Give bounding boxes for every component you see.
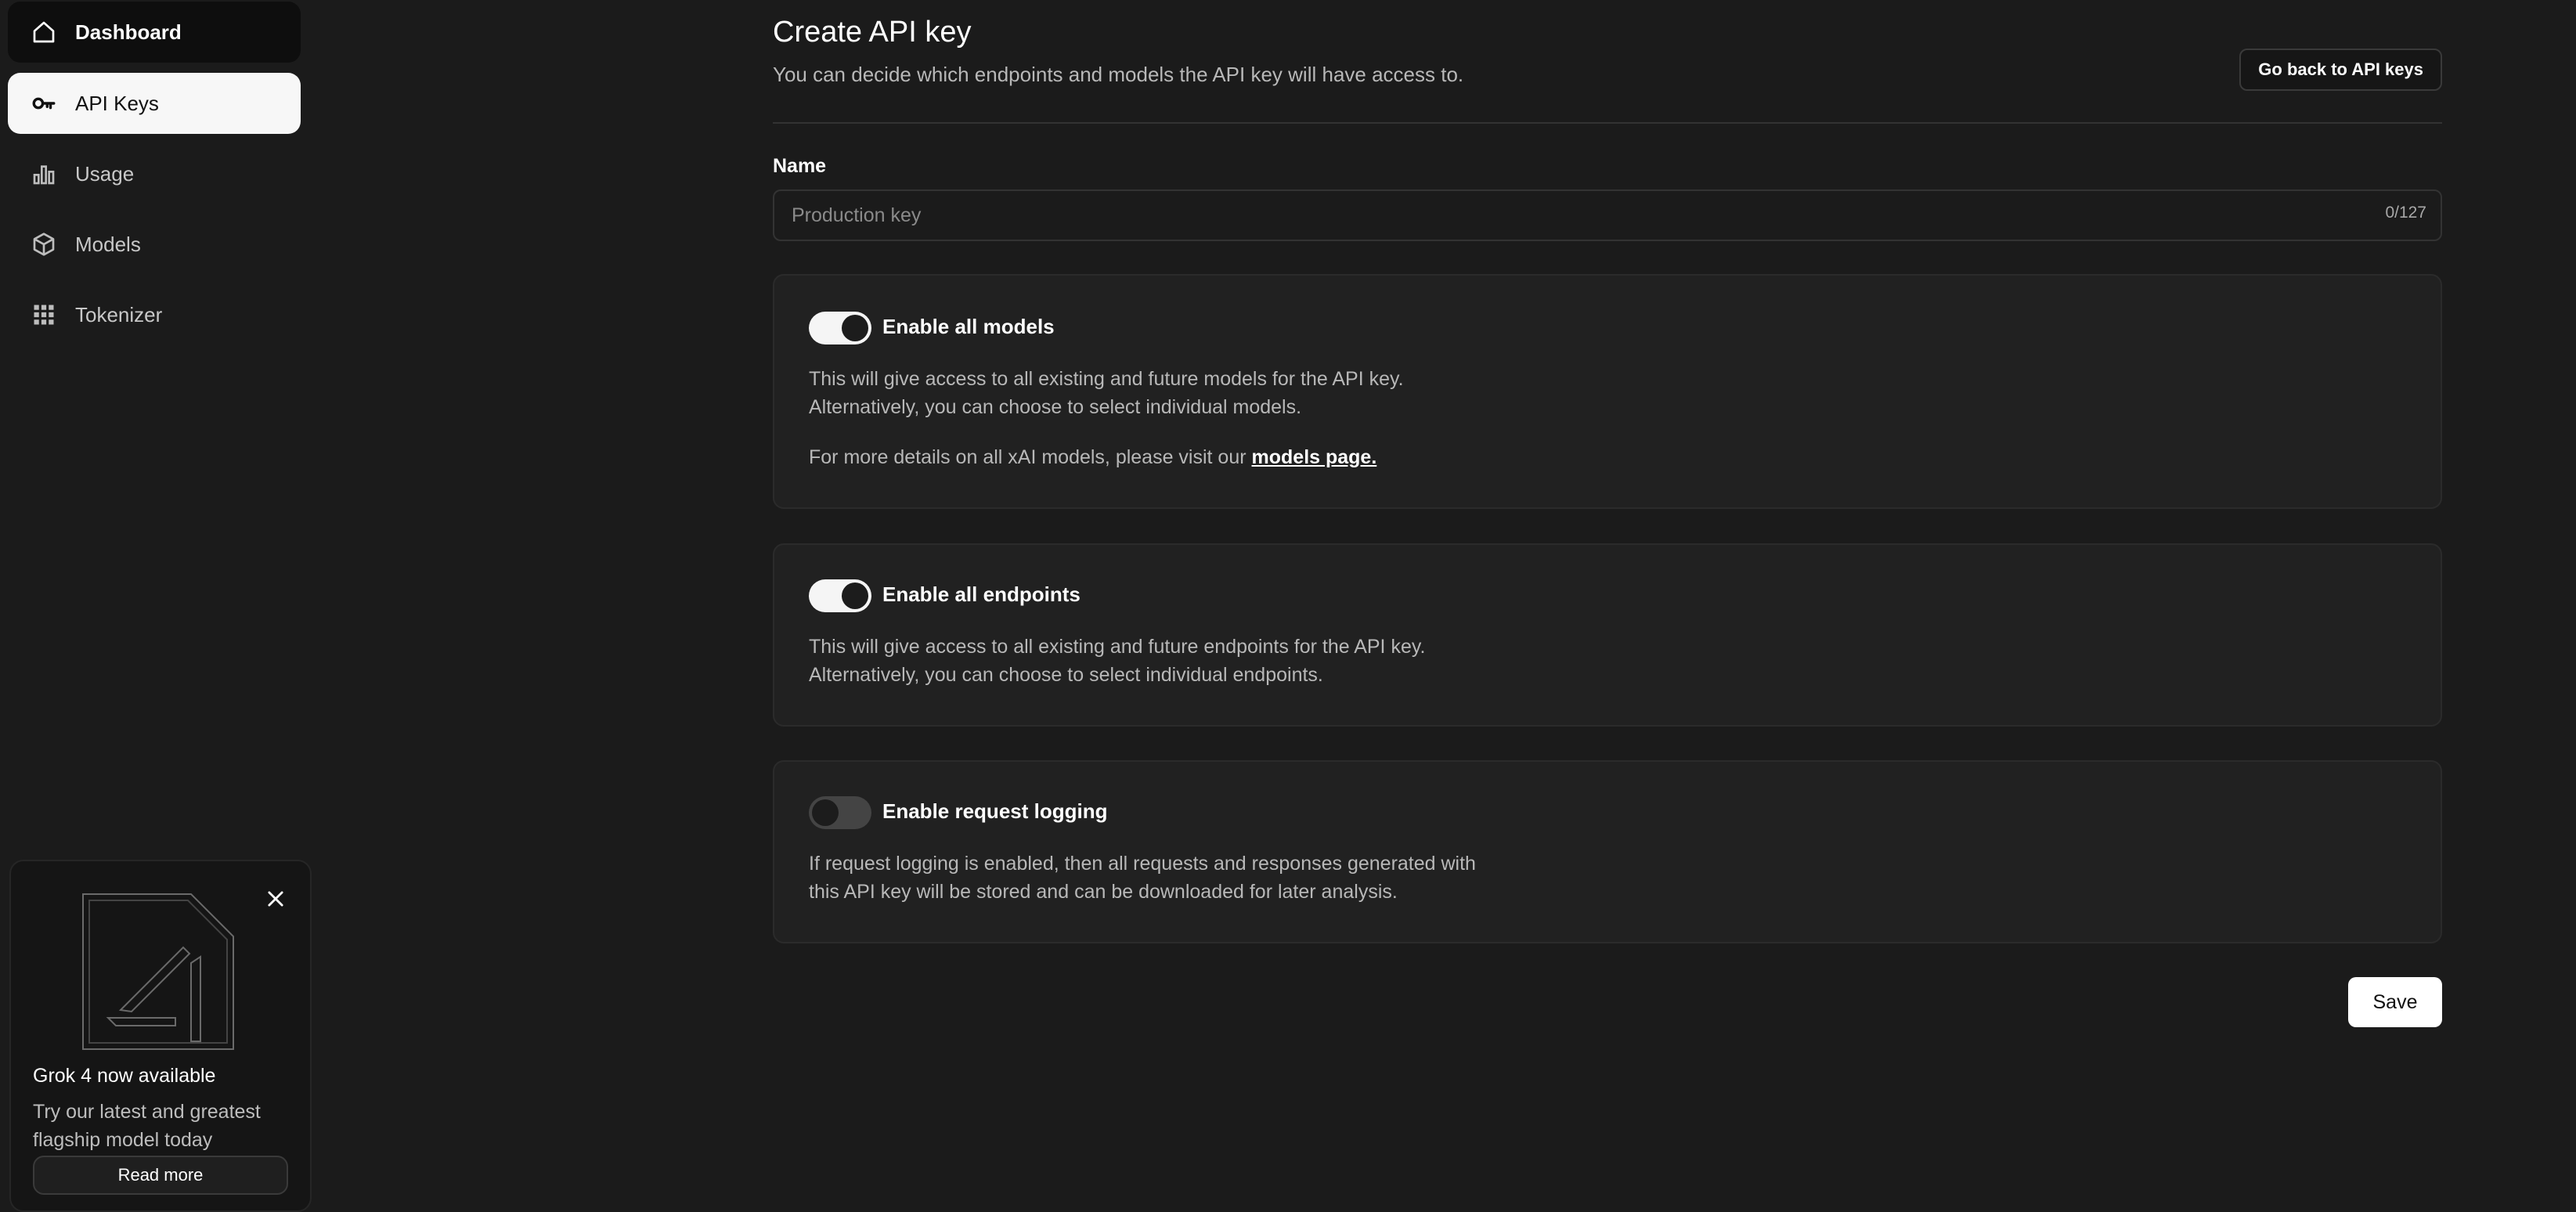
promo-card: Grok 4 now available Try our latest and … (9, 860, 312, 1212)
sidebar-item-dashboard[interactable]: Dashboard (8, 2, 301, 63)
home-icon (28, 16, 60, 48)
models-description-line2: Alternatively, you can choose to select … (809, 396, 1302, 418)
sidebar-item-label: Dashboard (75, 20, 182, 44)
enable-endpoints-toggle[interactable] (809, 579, 871, 612)
endpoints-card: Enable all endpoints This will give acce… (773, 543, 2442, 727)
page-title: Create API key (773, 16, 972, 49)
cube-icon (28, 229, 60, 260)
toggle-knob (842, 315, 868, 341)
grid-icon (28, 299, 60, 330)
enable-models-toggle[interactable] (809, 312, 871, 344)
name-input[interactable] (773, 189, 2442, 241)
sidebar-item-label: Tokenizer (75, 302, 163, 326)
page-subtitle: You can decide which endpoints and model… (773, 63, 1464, 86)
endpoints-card-title: Enable all endpoints (882, 583, 1081, 606)
read-more-button[interactable]: Read more (33, 1156, 288, 1195)
logging-card: Enable request logging If request loggin… (773, 760, 2442, 943)
sidebar: Dashboard API Keys Usage Models Tokenize… (0, 0, 312, 1212)
logging-card-title: Enable request logging (882, 799, 1108, 823)
endpoints-description-line1: This will give access to all existing an… (809, 636, 1426, 658)
sidebar-item-label: Models (75, 232, 141, 256)
sidebar-item-label: Usage (75, 161, 135, 186)
models-description-line1: This will give access to all existing an… (809, 368, 1404, 390)
divider (773, 122, 2442, 124)
enable-logging-toggle[interactable] (809, 796, 871, 829)
sidebar-item-api-keys[interactable]: API Keys (8, 73, 301, 134)
models-details-text: For more details on all xAI models, plea… (809, 443, 1376, 471)
models-card-title: Enable all models (882, 315, 1055, 338)
models-card: Enable all models This will give access … (773, 274, 2442, 509)
sidebar-item-tokenizer[interactable]: Tokenizer (8, 284, 301, 345)
grok-logo-icon (74, 885, 246, 1057)
endpoints-description-line2: Alternatively, you can choose to select … (809, 664, 1323, 686)
character-counter: 0/127 (2385, 204, 2426, 222)
toggle-knob (842, 583, 868, 609)
close-icon[interactable] (265, 888, 287, 910)
bar-chart-icon (28, 158, 60, 189)
models-details-prefix: For more details on all xAI models, plea… (809, 446, 1252, 468)
name-label: Name (773, 155, 827, 177)
toggle-knob (812, 799, 839, 826)
sidebar-item-label: API Keys (75, 91, 159, 115)
models-page-link[interactable]: models page. (1252, 446, 1377, 468)
sidebar-item-models[interactable]: Models (8, 214, 301, 275)
key-icon (28, 88, 60, 119)
logging-description-line2: this API key will be stored and can be d… (809, 881, 1398, 903)
go-back-button[interactable]: Go back to API keys (2239, 49, 2442, 91)
sidebar-item-usage[interactable]: Usage (8, 143, 301, 204)
logging-description-line1: If request logging is enabled, then all … (809, 853, 1476, 875)
save-button[interactable]: Save (2348, 977, 2442, 1027)
promo-description: Try our latest and greatest flagship mod… (33, 1101, 261, 1151)
